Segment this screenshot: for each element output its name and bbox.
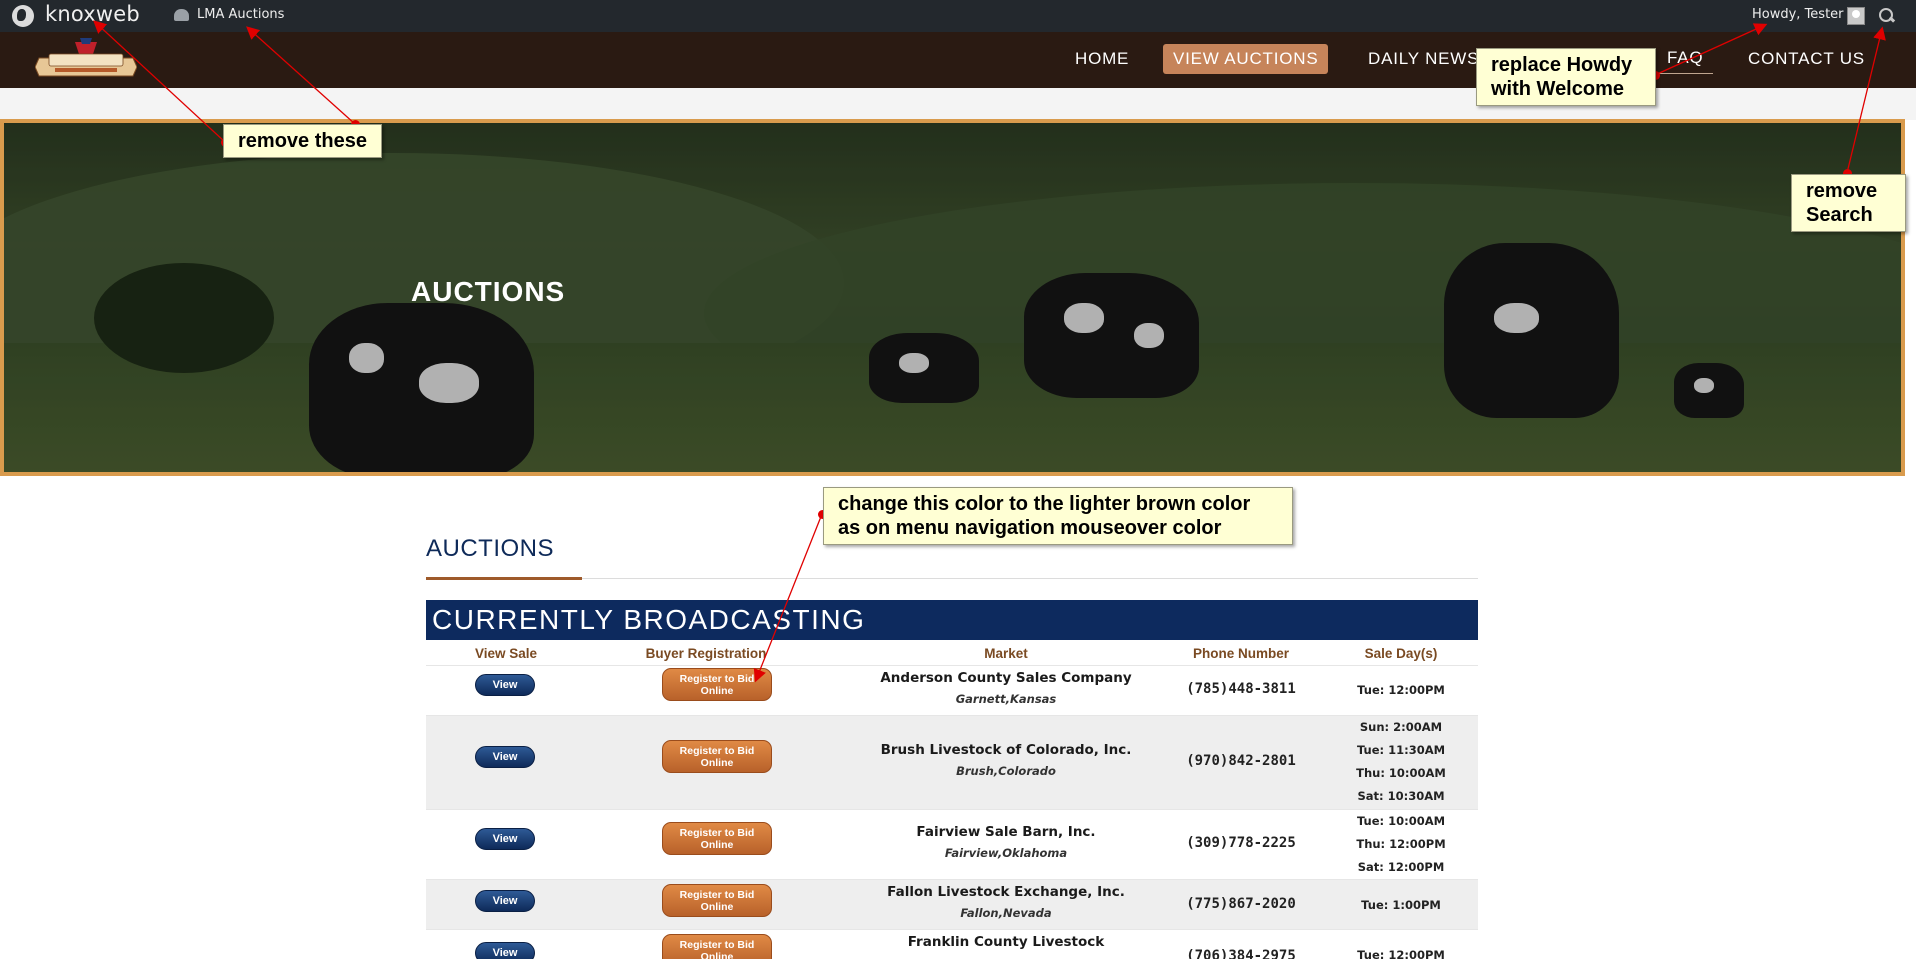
view-button[interactable]: View — [475, 890, 535, 912]
register-button[interactable]: Register to Bid Online — [662, 934, 772, 959]
sale-day: Tue: 10:00AM — [1356, 814, 1446, 828]
market-location: Garnett,Kansas — [955, 692, 1057, 706]
header-phone-number: Phone Number — [1192, 646, 1289, 661]
nav-faq[interactable]: FAQ — [1657, 44, 1714, 74]
admin-bar: knoxweb LMA Auctions Howdy, Tester — [0, 0, 1916, 32]
register-button[interactable]: Register to Bid Online — [662, 822, 772, 855]
sale-day: Sat: 10:30AM — [1357, 789, 1445, 803]
annotation-remove-search: remove Search — [1791, 174, 1906, 232]
view-button[interactable]: View — [475, 746, 535, 768]
annotation-replace-howdy: replace Howdy with Welcome — [1476, 48, 1656, 106]
register-button[interactable]: Register to Bid Online — [662, 668, 772, 701]
sale-day: Tue: 12:00PM — [1357, 948, 1445, 959]
header-buyer-registration: Buyer Registration — [645, 646, 767, 661]
phone-number: (775)867-2020 — [1186, 896, 1296, 912]
phone-number: (970)842-2801 — [1186, 753, 1296, 769]
howdy-greeting[interactable]: Howdy, Tester — [1752, 7, 1844, 22]
dashboard-icon[interactable] — [174, 9, 189, 21]
phone-number: (785)448-3811 — [1186, 681, 1296, 697]
register-button[interactable]: Register to Bid Online — [662, 884, 772, 917]
admin-brand[interactable]: knoxweb — [45, 2, 140, 26]
table-row: View Register to Bid Online Brush Livest… — [426, 715, 1478, 809]
sale-day: Tue: 12:00PM — [1357, 683, 1445, 697]
market-location: Brush,Colorado — [956, 764, 1056, 778]
user-avatar-icon[interactable] — [1847, 7, 1865, 25]
currently-broadcasting-bar: CURRENTLY BROADCASTING — [426, 600, 1478, 640]
sale-day: Thu: 10:00AM — [1356, 766, 1446, 780]
page-title: AUCTIONS — [426, 535, 555, 562]
header-market: Market — [984, 646, 1028, 661]
nav-home[interactable]: HOME — [1065, 44, 1139, 74]
knoxweb-logo-icon[interactable] — [12, 5, 34, 27]
market-name[interactable]: Franklin County Livestock — [836, 934, 1176, 950]
sale-day: Thu: 12:00PM — [1356, 837, 1446, 851]
title-rule — [582, 578, 1478, 579]
table-row: View Register to Bid Online Fairview Sal… — [426, 809, 1478, 879]
phone-number: (309)778-2225 — [1186, 835, 1296, 851]
header-view-sale: View Sale — [474, 646, 538, 661]
nav-view-auctions[interactable]: VIEW AUCTIONS — [1163, 44, 1329, 74]
market-name[interactable]: Brush Livestock of Colorado, Inc. — [836, 742, 1176, 758]
nav-daily-news[interactable]: DAILY NEWS — [1358, 44, 1489, 74]
sale-day: Tue: 1:00PM — [1361, 898, 1441, 912]
broadcast-label: CURRENTLY BROADCASTING — [432, 604, 866, 635]
table-row: View Register to Bid Online Fallon Lives… — [426, 879, 1478, 929]
market-name[interactable]: Anderson County Sales Company — [836, 670, 1176, 686]
annotation-remove-these: remove these — [223, 124, 382, 158]
title-underline — [426, 577, 582, 580]
admin-site-name[interactable]: LMA Auctions — [197, 7, 284, 22]
sale-day: Sun: 2:00AM — [1359, 720, 1443, 734]
hero-banner: AUCTIONS — [0, 119, 1905, 476]
market-name[interactable]: Fairview Sale Barn, Inc. — [836, 824, 1176, 840]
view-button[interactable]: View — [475, 828, 535, 850]
register-button[interactable]: Register to Bid Online — [662, 740, 772, 773]
nav-contact-us[interactable]: CONTACT US — [1738, 44, 1875, 74]
annotation-change-color: change this color to the lighter brown c… — [823, 487, 1293, 545]
table-row: View Register to Bid Online Anderson Cou… — [426, 665, 1478, 715]
phone-number: (706)384-2975 — [1186, 948, 1296, 959]
market-location: Fairview,Oklahoma — [944, 846, 1068, 860]
sale-day: Sat: 12:00PM — [1357, 860, 1445, 874]
market-location: Fallon,Nevada — [960, 906, 1052, 920]
sale-day: Tue: 11:30AM — [1356, 743, 1446, 757]
view-button[interactable]: View — [475, 942, 535, 959]
hero-title: AUCTIONS — [411, 276, 566, 307]
view-button[interactable]: View — [475, 674, 535, 696]
lma-auctions-logo[interactable] — [35, 34, 137, 78]
market-name[interactable]: Fallon Livestock Exchange, Inc. — [836, 884, 1176, 900]
search-icon[interactable] — [1878, 7, 1896, 25]
header-sale-days: Sale Day(s) — [1364, 646, 1438, 661]
